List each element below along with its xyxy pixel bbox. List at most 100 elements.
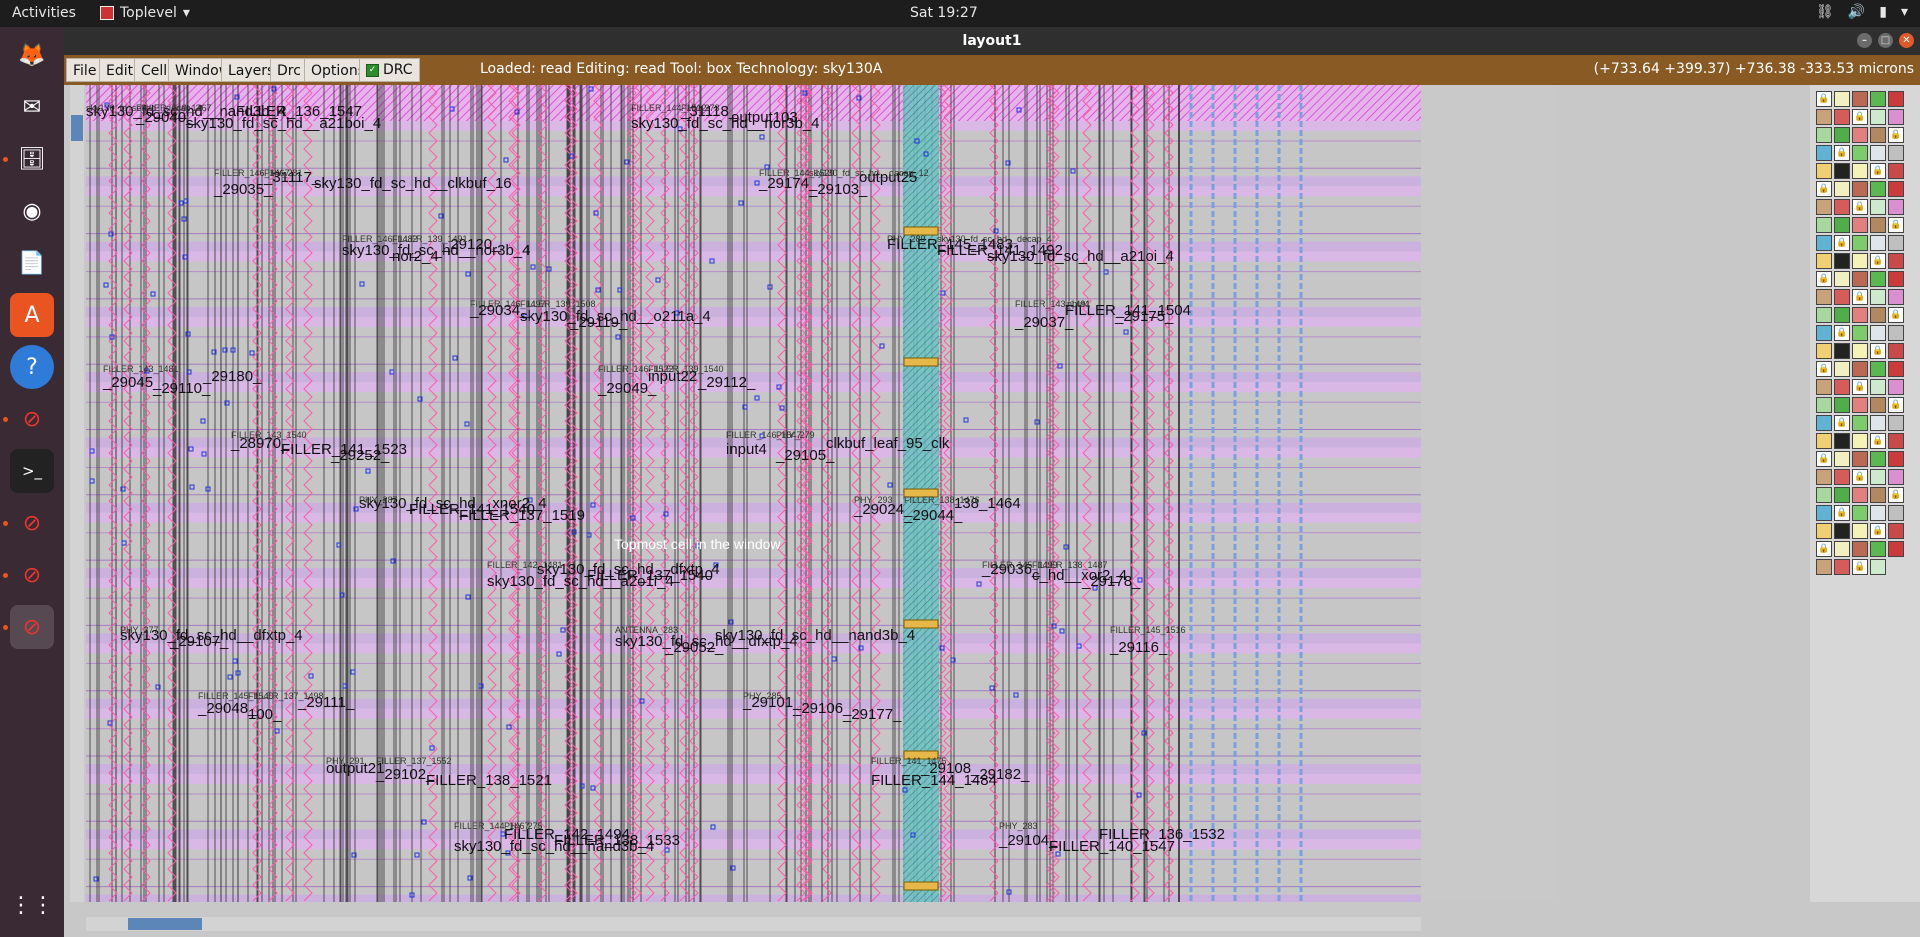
layer-swatch[interactable] [1888, 271, 1904, 287]
layout-empty-area[interactable] [1421, 85, 1558, 902]
layer-swatch[interactable] [1816, 199, 1832, 215]
horizontal-scrollbar[interactable] [86, 917, 1421, 931]
layer-swatch[interactable] [1816, 217, 1832, 233]
layer-swatch[interactable] [1852, 271, 1868, 287]
app-blocked-icon[interactable]: ⊘ [10, 501, 54, 545]
layer-swatch[interactable] [1816, 253, 1832, 269]
layer-swatch[interactable] [1888, 505, 1904, 521]
vertical-scrollbar[interactable] [70, 85, 84, 902]
layer-swatch[interactable] [1888, 91, 1904, 107]
layer-swatch[interactable] [1852, 145, 1868, 161]
layer-swatch[interactable] [1834, 487, 1850, 503]
layer-swatch[interactable] [1816, 433, 1832, 449]
layer-swatch[interactable] [1852, 397, 1868, 413]
layer-swatch[interactable] [1834, 433, 1850, 449]
layer-swatch[interactable] [1816, 109, 1832, 125]
layer-swatch[interactable] [1834, 253, 1850, 269]
layer-lock-icon[interactable]: 🔒 [1888, 217, 1904, 233]
layer-swatch[interactable] [1888, 181, 1904, 197]
layer-lock-icon[interactable]: 🔒 [1870, 433, 1886, 449]
layer-swatch[interactable] [1852, 487, 1868, 503]
layout-canvas[interactable]: sky130_fd_sc_hd__nand3b_4 _29035_ sky130_f… [86, 85, 1421, 902]
layer-swatch[interactable] [1852, 163, 1868, 179]
layer-swatch[interactable] [1870, 91, 1886, 107]
layer-swatch[interactable] [1816, 415, 1832, 431]
layer-swatch[interactable] [1870, 235, 1886, 251]
layer-lock-icon[interactable]: 🔒 [1816, 181, 1832, 197]
layer-lock-icon[interactable]: 🔒 [1888, 307, 1904, 323]
layer-lock-icon[interactable]: 🔒 [1816, 541, 1832, 557]
layer-swatch[interactable] [1834, 127, 1850, 143]
layer-swatch[interactable] [1834, 271, 1850, 287]
layer-swatch[interactable] [1888, 415, 1904, 431]
layer-swatch[interactable] [1834, 451, 1850, 467]
layer-lock-icon[interactable]: 🔒 [1870, 253, 1886, 269]
maximize-icon[interactable]: □ [1878, 33, 1893, 48]
layer-swatch[interactable] [1888, 433, 1904, 449]
layer-swatch[interactable] [1870, 109, 1886, 125]
system-tray[interactable]: ⛓ 🔊 ▮ ▾ [1816, 4, 1908, 20]
activities-button[interactable]: Activities [12, 5, 76, 21]
layer-swatch[interactable] [1888, 199, 1904, 215]
layer-swatch[interactable] [1870, 199, 1886, 215]
layer-swatch[interactable] [1834, 361, 1850, 377]
layer-swatch[interactable] [1852, 325, 1868, 341]
layer-swatch[interactable] [1816, 487, 1832, 503]
layer-swatch[interactable] [1816, 163, 1832, 179]
layer-swatch[interactable] [1852, 217, 1868, 233]
layer-swatch[interactable] [1870, 127, 1886, 143]
layer-swatch[interactable] [1888, 163, 1904, 179]
minimize-icon[interactable]: – [1857, 33, 1872, 48]
layer-swatch[interactable] [1834, 199, 1850, 215]
layer-swatch[interactable] [1816, 145, 1832, 161]
thunderbird-icon[interactable]: ✉ [10, 85, 54, 129]
layer-swatch[interactable] [1852, 253, 1868, 269]
layer-lock-icon[interactable]: 🔒 [1870, 163, 1886, 179]
layer-swatch[interactable] [1870, 451, 1886, 467]
layer-swatch[interactable] [1870, 217, 1886, 233]
layer-lock-icon[interactable]: 🔒 [1816, 271, 1832, 287]
layer-swatch[interactable] [1888, 451, 1904, 467]
layer-swatch[interactable] [1834, 109, 1850, 125]
layer-swatch[interactable] [1870, 271, 1886, 287]
layer-swatch[interactable] [1852, 541, 1868, 557]
close-icon[interactable]: ✕ [1899, 33, 1914, 48]
layer-swatch[interactable] [1888, 361, 1904, 377]
layer-lock-icon[interactable]: 🔒 [1834, 145, 1850, 161]
layer-lock-icon[interactable]: 🔒 [1888, 127, 1904, 143]
layer-swatch[interactable] [1888, 289, 1904, 305]
layer-swatch[interactable] [1852, 181, 1868, 197]
layer-lock-icon[interactable]: 🔒 [1834, 505, 1850, 521]
layer-swatch[interactable] [1888, 469, 1904, 485]
layer-swatch[interactable] [1816, 343, 1832, 359]
layer-swatch[interactable] [1852, 505, 1868, 521]
layer-swatch[interactable] [1852, 433, 1868, 449]
layer-swatch[interactable] [1834, 289, 1850, 305]
layer-swatch[interactable] [1870, 325, 1886, 341]
layer-swatch[interactable] [1834, 163, 1850, 179]
layer-lock-icon[interactable]: 🔒 [1834, 235, 1850, 251]
layer-swatch[interactable] [1816, 379, 1832, 395]
layer-swatch[interactable] [1852, 91, 1868, 107]
rhythmbox-icon[interactable]: ◉ [10, 189, 54, 233]
layer-swatch[interactable] [1816, 127, 1832, 143]
layer-swatch[interactable] [1852, 307, 1868, 323]
layer-swatch[interactable] [1852, 415, 1868, 431]
layer-swatch[interactable] [1870, 487, 1886, 503]
layer-swatch[interactable] [1816, 523, 1832, 539]
layer-swatch[interactable] [1852, 127, 1868, 143]
layer-swatch[interactable] [1888, 109, 1904, 125]
layer-swatch[interactable] [1816, 235, 1832, 251]
layer-lock-icon[interactable]: 🔒 [1888, 487, 1904, 503]
drc-toggle[interactable]: ✓ DRC [359, 58, 420, 82]
layer-swatch[interactable] [1852, 523, 1868, 539]
layer-lock-icon[interactable]: 🔒 [1834, 415, 1850, 431]
layer-swatch[interactable] [1888, 541, 1904, 557]
layer-swatch[interactable] [1834, 379, 1850, 395]
help-icon[interactable]: ? [10, 345, 54, 389]
software-icon[interactable]: A [10, 293, 54, 337]
layer-swatch[interactable] [1834, 91, 1850, 107]
layer-swatch[interactable] [1834, 307, 1850, 323]
layer-lock-icon[interactable]: 🔒 [1816, 361, 1832, 377]
layer-swatch[interactable] [1816, 325, 1832, 341]
